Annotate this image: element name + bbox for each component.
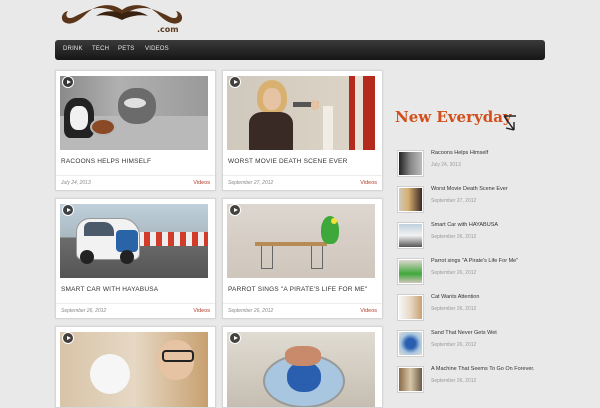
- play-icon[interactable]: [229, 76, 241, 88]
- post-meta: September 27, 2012 Videos: [223, 175, 382, 190]
- post-date: September 26, 2012: [61, 308, 107, 314]
- sidebar-post-thumbnail[interactable]: [397, 294, 424, 321]
- post-meta: July 24, 2013 Videos: [56, 175, 215, 190]
- post-meta: September 26, 2012 Videos: [56, 303, 215, 318]
- sidebar-post-item[interactable]: Worst Movie Death Scene Ever September 2…: [397, 186, 557, 214]
- play-icon[interactable]: [229, 204, 241, 216]
- sidebar-post-thumbnail[interactable]: [397, 366, 424, 393]
- post-category-link[interactable]: Videos: [193, 180, 210, 186]
- sidebar-post-title[interactable]: Racoons Helps Himself: [431, 150, 488, 156]
- sidebar-post-thumbnail[interactable]: [397, 330, 424, 357]
- post-card[interactable]: [55, 326, 216, 408]
- sidebar-post-item[interactable]: Smart Car with HAYABUSA September 26, 20…: [397, 222, 557, 250]
- post-card[interactable]: [222, 326, 383, 408]
- post-category-link[interactable]: Videos: [360, 180, 377, 186]
- sidebar-post-title[interactable]: Sand That Never Gets Wet: [431, 330, 497, 336]
- sidebar-post-title[interactable]: Cat Wants Attention: [431, 294, 479, 300]
- sidebar-title: New Everyday: [395, 108, 512, 126]
- nav-item-pets[interactable]: PETS: [118, 46, 134, 52]
- sidebar-post-item[interactable]: Racoons Helps Himself July 24, 2013: [397, 150, 557, 178]
- post-thumbnail[interactable]: [227, 204, 375, 278]
- post-thumbnail[interactable]: [60, 204, 208, 278]
- post-date: September 26, 2012: [228, 308, 274, 314]
- post-date: September 27, 2012: [228, 180, 274, 186]
- play-icon[interactable]: [62, 204, 74, 216]
- sidebar-post-date: September 26, 2012: [431, 306, 477, 312]
- post-title[interactable]: SMART CAR WITH HAYABUSA: [61, 286, 158, 293]
- sidebar-post-thumbnail[interactable]: [397, 186, 424, 213]
- sidebar-post-title[interactable]: Parrot sings "A Pirate's Life For Me": [431, 258, 518, 264]
- post-category-link[interactable]: Videos: [360, 308, 377, 314]
- sidebar-post-item[interactable]: Cat Wants Attention September 26, 2012: [397, 294, 557, 322]
- sidebar-post-date: September 26, 2012: [431, 270, 477, 276]
- post-thumbnail[interactable]: [60, 332, 208, 407]
- logo-domain-text: .com: [157, 25, 179, 34]
- post-category-link[interactable]: Videos: [193, 308, 210, 314]
- sidebar-post-thumbnail[interactable]: [397, 258, 424, 285]
- post-title[interactable]: PARROT SINGS "A PIRATE'S LIFE FOR ME": [228, 286, 367, 293]
- post-meta: September 26, 2012 Videos: [223, 303, 382, 318]
- post-card[interactable]: RACOONS HELPS HIMSELF July 24, 2013 Vide…: [55, 70, 216, 191]
- post-card[interactable]: SMART CAR WITH HAYABUSA September 26, 20…: [55, 198, 216, 319]
- arrow-down-right-icon: [503, 115, 516, 131]
- post-thumbnail[interactable]: [60, 76, 208, 150]
- sidebar-post-item[interactable]: Sand That Never Gets Wet September 26, 2…: [397, 330, 557, 358]
- sidebar-post-date: September 26, 2012: [431, 378, 477, 384]
- sidebar-post-item[interactable]: Parrot sings "A Pirate's Life For Me" Se…: [397, 258, 557, 286]
- sidebar-post-date: September 26, 2012: [431, 234, 477, 240]
- main-navigation: DRINK TECH PETS VIDEOS: [55, 40, 545, 60]
- post-thumbnail[interactable]: [227, 332, 375, 407]
- post-thumbnail[interactable]: [227, 76, 375, 150]
- nav-item-tech[interactable]: TECH: [92, 46, 109, 52]
- sidebar-post-thumbnail[interactable]: [397, 150, 424, 177]
- post-date: July 24, 2013: [61, 180, 91, 186]
- sidebar-post-title[interactable]: Smart Car with HAYABUSA: [431, 222, 498, 228]
- play-icon[interactable]: [229, 332, 241, 344]
- post-title[interactable]: RACOONS HELPS HIMSELF: [61, 158, 151, 165]
- post-card[interactable]: WORST MOVIE DEATH SCENE EVER September 2…: [222, 70, 383, 191]
- sidebar-post-thumbnail[interactable]: [397, 222, 424, 249]
- sidebar-post-date: July 24, 2013: [431, 162, 461, 168]
- play-icon[interactable]: [62, 332, 74, 344]
- nav-item-videos[interactable]: VIDEOS: [145, 46, 169, 52]
- post-card[interactable]: PARROT SINGS "A PIRATE'S LIFE FOR ME" Se…: [222, 198, 383, 319]
- sidebar-post-item[interactable]: A Machine That Seems To Go On Forever. S…: [397, 366, 557, 394]
- nav-item-drink[interactable]: DRINK: [63, 46, 83, 52]
- play-icon[interactable]: [62, 76, 74, 88]
- sidebar-post-title[interactable]: A Machine That Seems To Go On Forever.: [431, 366, 534, 372]
- sidebar-post-date: September 27, 2012: [431, 198, 477, 204]
- sidebar-post-title[interactable]: Worst Movie Death Scene Ever: [431, 186, 508, 192]
- sidebar-post-date: September 26, 2012: [431, 342, 477, 348]
- post-title[interactable]: WORST MOVIE DEATH SCENE EVER: [228, 158, 348, 165]
